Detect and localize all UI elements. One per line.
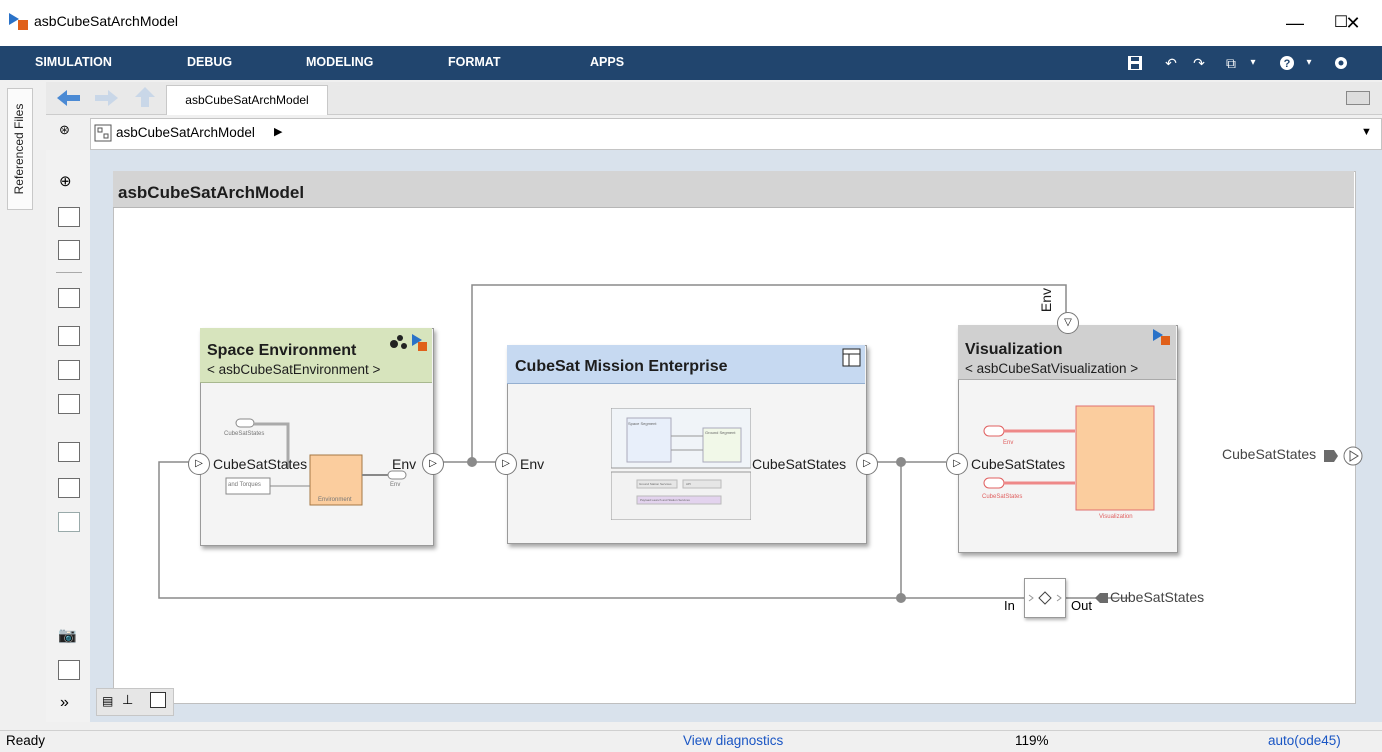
adapter-in-label: In <box>1004 598 1015 613</box>
window-title: asbCubeSatArchModel <box>34 13 178 29</box>
up-arrow-icon[interactable] <box>134 86 156 113</box>
area-icon[interactable] <box>58 512 80 532</box>
help-icon[interactable]: ? <box>1276 52 1298 74</box>
adapter-out-label: Out <box>1071 598 1092 613</box>
divider <box>56 272 82 273</box>
expand-palette-icon[interactable]: » <box>60 694 69 712</box>
minimize-button[interactable]: — <box>1272 8 1318 38</box>
canvas-title: asbCubeSatArchModel <box>118 183 305 202</box>
property-inspector-icon[interactable] <box>58 660 80 680</box>
view-diagnostics-link[interactable]: View diagnostics <box>683 733 783 748</box>
subsystem-icon <box>842 348 862 373</box>
hide-explorer-icon[interactable]: ⊛ <box>59 122 70 138</box>
database-icon[interactable]: ▤ <box>102 694 113 708</box>
annotation-icon[interactable] <box>58 442 80 462</box>
vis-thumb-states: CubeSatStates <box>982 494 1023 500</box>
visualization-reference: < asbCubeSatVisualization > <box>965 361 1139 376</box>
panel-icon[interactable] <box>150 692 166 708</box>
mission-output-label: CubeSatStates <box>752 456 847 472</box>
zoom-level: 119% <box>1015 733 1049 748</box>
vis-thumb-block: Visualization <box>1099 514 1133 520</box>
visualization-title: Visualization <box>965 341 1063 358</box>
title-bar <box>0 0 1382 46</box>
simulink-app-icon <box>8 12 30 32</box>
space-env-output-port[interactable]: ▷ <box>422 453 444 475</box>
space-env-input-port[interactable]: ▷ <box>188 453 210 475</box>
thumb-api: API <box>686 482 691 486</box>
tab-simulation[interactable]: SIMULATION <box>35 46 112 80</box>
breadcrumb-arrow-icon[interactable]: ▶ <box>274 125 282 138</box>
back-arrow-icon[interactable] <box>56 88 82 113</box>
root-outport[interactable] <box>1324 446 1368 471</box>
hierarchy-icon[interactable]: ⊥ <box>122 692 133 708</box>
help-dropdown-icon[interactable]: ▾ <box>1298 52 1320 74</box>
thumb-in-label: CubeSatStates <box>224 431 265 437</box>
visualization-env-label: Env <box>1038 287 1055 313</box>
visualization-input-port[interactable]: ▷ <box>946 453 968 475</box>
address-dropdown-icon[interactable]: ▼ <box>1361 126 1372 138</box>
space-environment-reference: < asbCubeSatEnvironment > <box>207 362 381 377</box>
breadcrumb[interactable]: asbCubeSatArchModel <box>116 125 255 140</box>
thumb-ground-station: Ground Station Services <box>639 482 672 486</box>
zoom-normal-icon[interactable] <box>58 240 80 260</box>
adapter-outport-icon <box>1095 591 1109 610</box>
adapter-block[interactable] <box>1024 578 1066 618</box>
reference-component-icon[interactable] <box>58 326 80 346</box>
model-tab[interactable]: asbCubeSatArchModel <box>166 85 328 115</box>
mission-input-label: Env <box>520 456 545 472</box>
thumb-sub-label: and Torques <box>228 482 261 488</box>
thumb-space-segment: Space Segment <box>628 421 657 426</box>
tab-format[interactable]: FORMAT <box>448 46 501 80</box>
zoom-icon[interactable]: ⊕ <box>59 172 72 190</box>
variant-component-icon[interactable] <box>58 360 80 380</box>
thumb-out-label: Env <box>390 482 401 488</box>
status-text: Ready <box>6 733 46 748</box>
mission-enterprise-title: CubeSat Mission Enterprise <box>515 358 728 375</box>
reference-icon <box>1151 327 1175 352</box>
tab-modeling[interactable]: MODELING <box>306 46 373 80</box>
tab-apps[interactable]: APPS <box>590 46 624 80</box>
image-icon[interactable] <box>58 478 80 498</box>
adapter-outport-label: CubeSatStates <box>1110 589 1205 605</box>
fit-to-view-icon[interactable] <box>58 207 80 227</box>
search-shortcut-icon[interactable]: ⧉ <box>1220 52 1242 74</box>
variant-reference-icon <box>388 332 428 359</box>
save-icon[interactable] <box>1124 52 1146 74</box>
root-outport-label: CubeSatStates <box>1222 446 1317 462</box>
space-env-input-label: CubeSatStates <box>213 456 308 472</box>
tab-debug[interactable]: DEBUG <box>187 46 232 80</box>
mission-output-port[interactable]: ▷ <box>856 453 878 475</box>
forward-arrow-icon[interactable] <box>94 88 120 113</box>
address-bar[interactable] <box>90 118 1382 150</box>
thumb-payload: Payload Launch and Station Services <box>640 498 690 502</box>
svg-text:?: ? <box>1284 58 1291 70</box>
visualization-input-label: CubeSatStates <box>971 456 1066 472</box>
undo-icon[interactable]: ↶ <box>1160 52 1182 74</box>
vis-thumb-env: Env <box>1003 440 1014 446</box>
thumb-ground-segment: Ground Segment <box>705 430 736 435</box>
keyboard-icon[interactable] <box>1346 91 1370 105</box>
model-icon <box>94 124 112 147</box>
settings-icon[interactable] <box>1330 52 1352 74</box>
thumb-block-label: Environment <box>318 497 352 503</box>
visualization-env-port[interactable]: ▽ <box>1057 312 1079 334</box>
mission-input-port[interactable]: ▷ <box>495 453 517 475</box>
component-block-icon[interactable] <box>58 288 80 308</box>
space-env-output-label: Env <box>392 456 417 472</box>
screenshot-icon[interactable]: 📷 <box>58 626 77 644</box>
solver-link[interactable]: auto(ode45) <box>1268 733 1341 748</box>
adapter-icon[interactable] <box>58 394 80 414</box>
referenced-files-label: Referenced Files <box>12 103 26 195</box>
chevron-down-icon[interactable]: ▾ <box>1242 52 1264 74</box>
close-button[interactable]: ✕ <box>1330 8 1376 38</box>
redo-icon[interactable]: ↷ <box>1188 52 1210 74</box>
space-environment-title: Space Environment <box>207 342 357 359</box>
